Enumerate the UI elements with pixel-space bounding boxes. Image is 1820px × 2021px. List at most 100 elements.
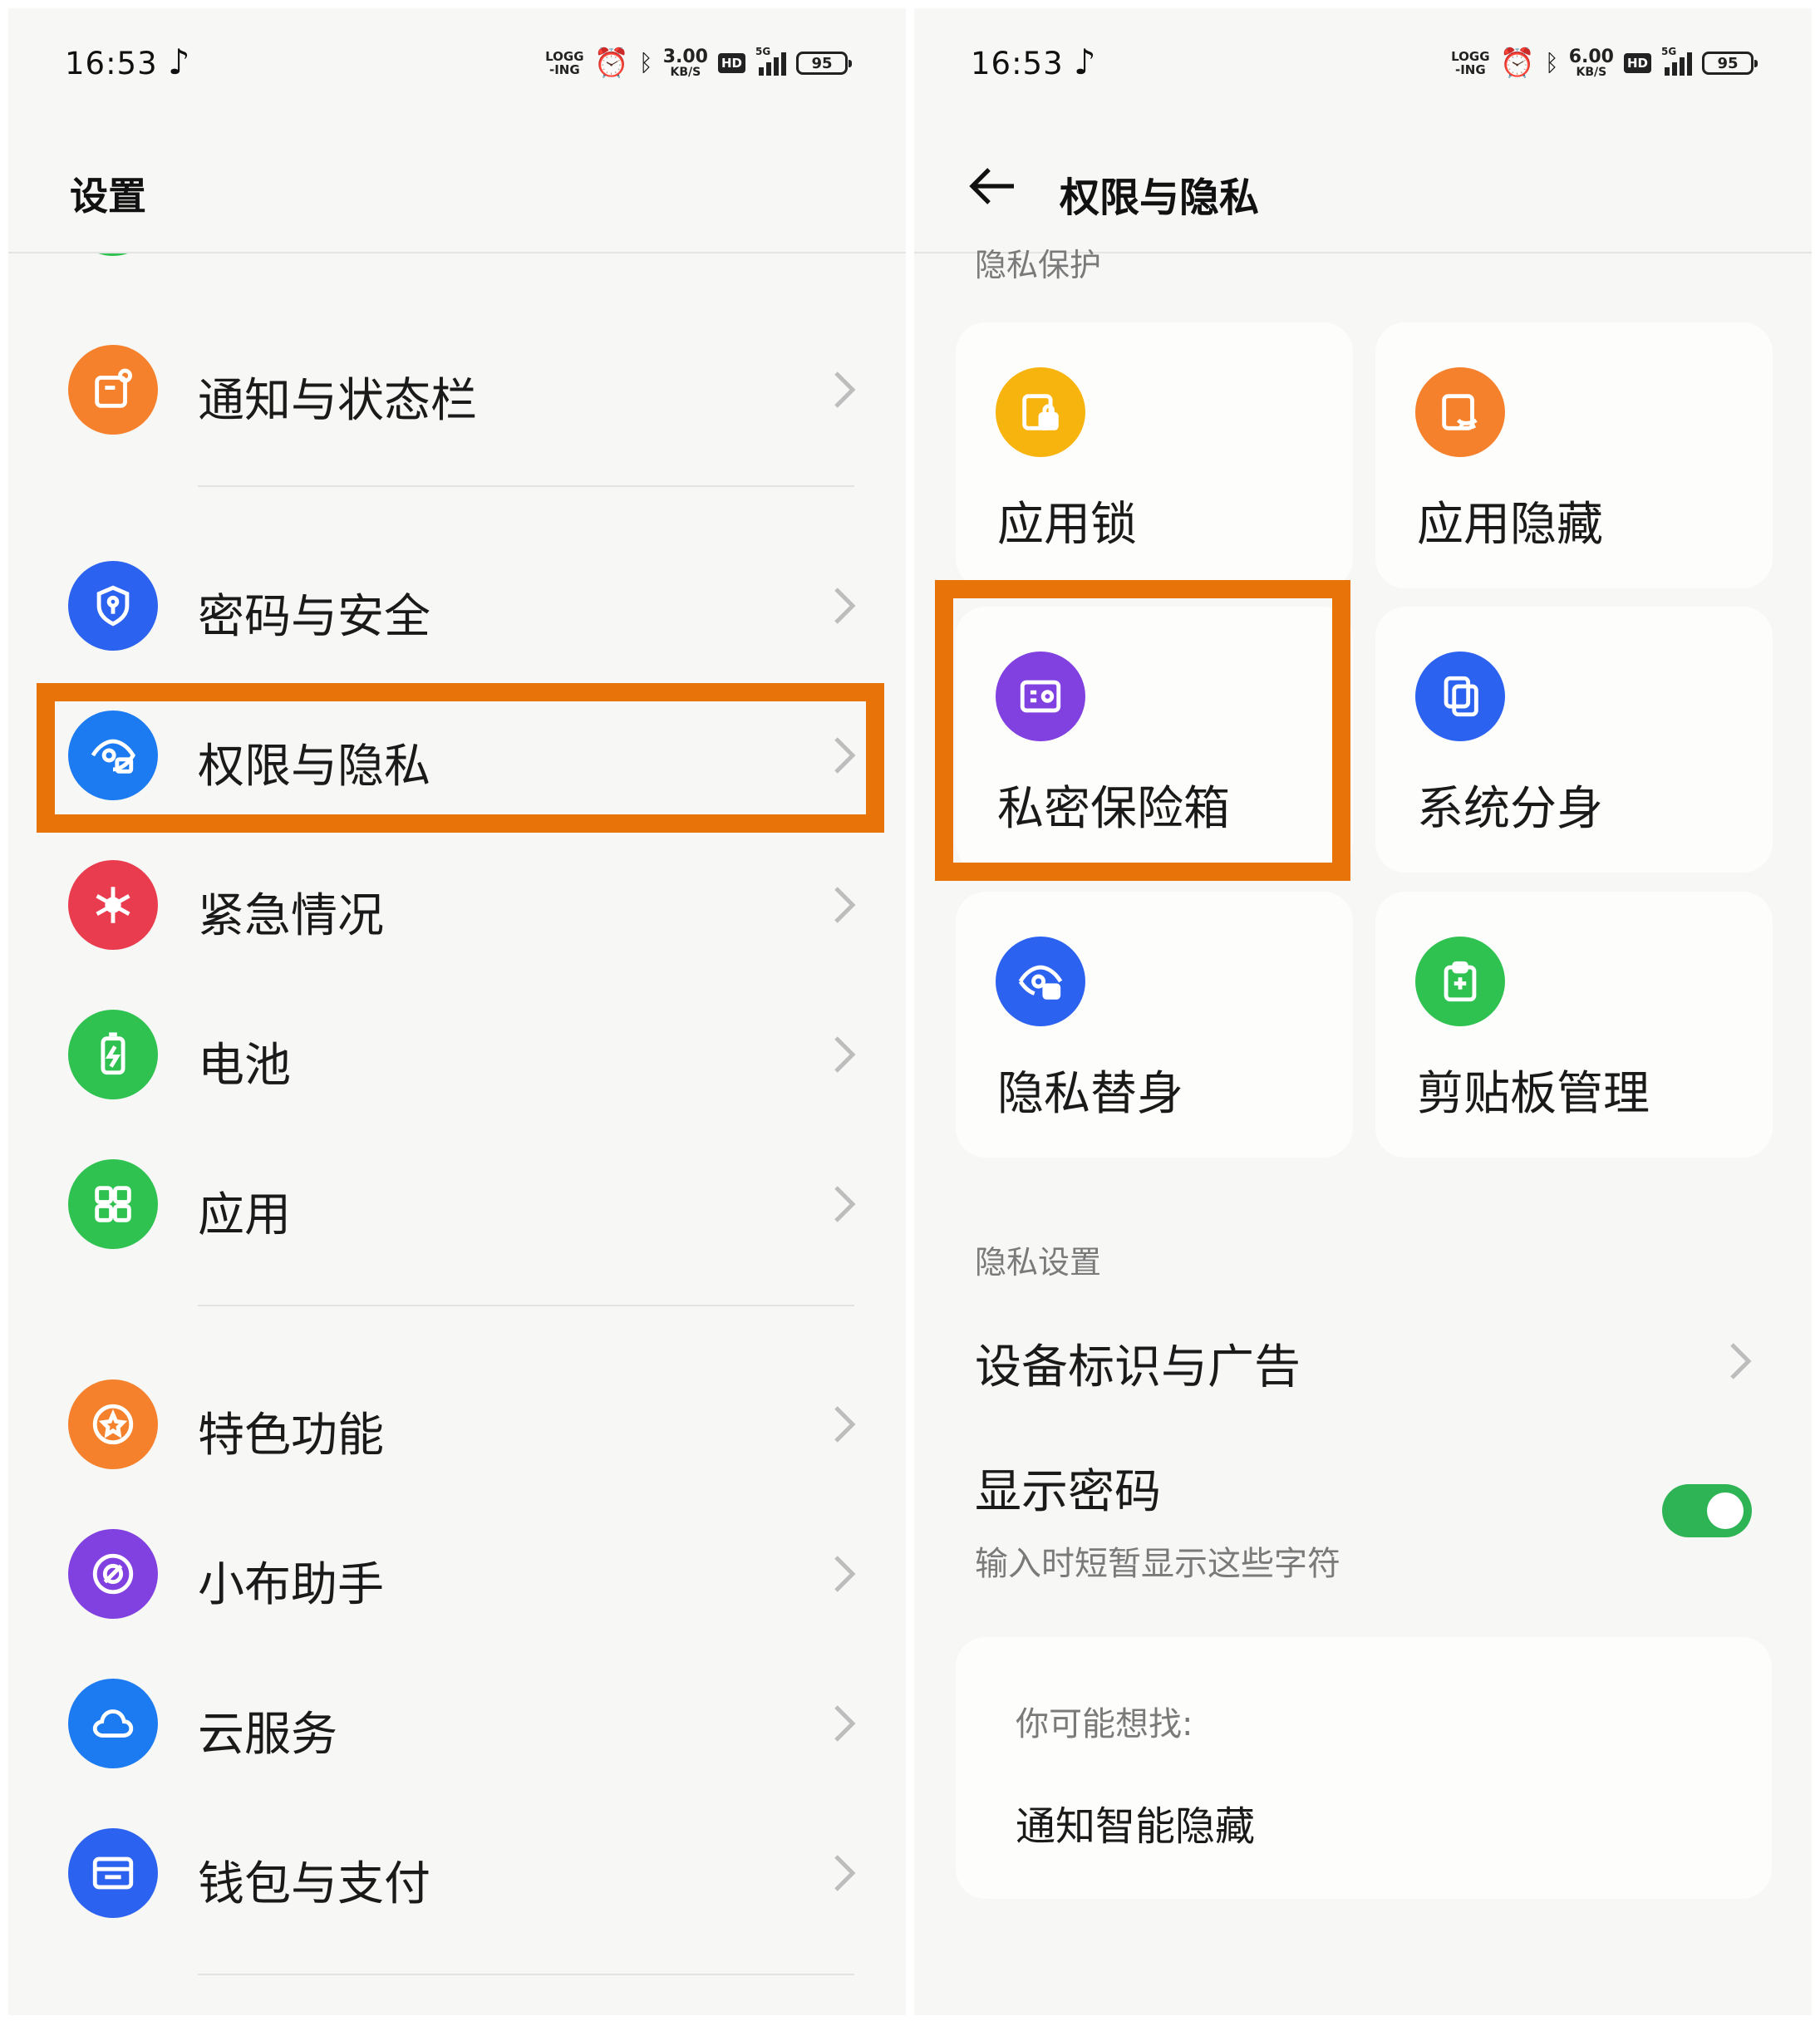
row-label: 紧急情况 [198,889,384,943]
clone-icon [1415,652,1505,741]
row-label: 电池 [198,1039,291,1093]
row-label: 钱包与支付 [198,1857,430,1911]
tile-label: 私密保险箱 [997,782,1230,836]
tile-label: 系统分身 [1417,782,1603,836]
back-arrow-icon[interactable] [967,165,1017,208]
apps-grid-icon [68,1159,158,1249]
settings-row-notification[interactable]: 通知与状态栏 [8,312,906,453]
tile-system-clone[interactable]: 系统分身 [1375,607,1773,873]
chevron-right-icon [834,588,856,624]
settings-row-apps[interactable]: 应用 [8,1126,906,1267]
tile-privacy-stand-in[interactable]: 隐私替身 [956,892,1353,1158]
battery-icon [68,1010,158,1099]
settings-row-emergency[interactable]: 紧急情况 [8,827,906,968]
logging-indicator: LOGG -ING [1451,49,1490,77]
section-heading-protection: 隐私保护 [975,247,1102,283]
divider [198,1305,854,1306]
tile-label: 剪贴板管理 [1417,1067,1650,1121]
row-label: 云服务 [198,1708,337,1762]
chevron-right-icon [834,1406,856,1443]
settings-row-battery[interactable]: 电池 [8,976,906,1118]
section-heading-settings: 隐私设置 [975,1244,1102,1281]
settings-row-password-security[interactable]: 密码与安全 [8,528,906,669]
battery-level: 95 [811,54,833,72]
assistant-icon [68,1529,158,1619]
battery-status-icon: 95 [796,52,852,75]
row-label: 特色功能 [198,1409,384,1463]
chevron-right-icon [834,1186,856,1222]
shield-key-icon [68,561,158,651]
page-title: 权限与隐私 [1060,175,1260,221]
bluetooth-icon: ᛒ [638,49,653,76]
status-icons: LOGG -ING ⏰ ᛒ 6.00 KB/S HD 5G 95 [1451,46,1758,80]
chevron-right-icon [1730,1343,1752,1379]
tile-label: 隐私替身 [997,1067,1183,1121]
settings-row-features[interactable]: 特色功能 [8,1346,906,1487]
app-hide-icon [1415,367,1505,457]
tile-label: 应用锁 [997,498,1137,552]
status-time: 16:53 [971,46,1064,81]
alarm-icon: ⏰ [593,47,629,80]
battery-level: 95 [1717,54,1739,72]
tile-private-safe[interactable]: 私密保险箱 [956,607,1353,873]
hd-badge: HD [1623,53,1651,73]
tile-label: 应用隐藏 [1417,498,1603,552]
show-password-row[interactable]: 显示密码 输入时短暂显示这些字符 [975,1454,1762,1587]
chevron-right-icon [834,737,856,774]
network-speed: 3.00 KB/S [662,47,708,79]
music-note-icon: ♪ [168,42,190,82]
status-icons: LOGG -ING ⏰ ᛒ 3.00 KB/S HD 5G 95 [545,46,852,80]
settings-screen: 16:53 ♪ LOGG -ING ⏰ ᛒ 3.00 KB/S HD 5G 95… [8,8,906,2015]
settings-row-wallet[interactable]: 钱包与支付 [8,1795,906,1936]
music-note-icon: ♪ [1074,42,1096,82]
toggle-knob [1707,1492,1744,1529]
show-password-toggle[interactable] [1662,1484,1752,1537]
safe-box-icon [996,652,1085,741]
alarm-icon: ⏰ [1499,47,1535,80]
chevron-right-icon [834,1705,856,1742]
tile-app-lock[interactable]: 应用锁 [956,322,1353,588]
clipboard-icon [1415,937,1505,1026]
divider [198,485,854,487]
chevron-right-icon [834,1036,856,1073]
suggestion-link[interactable]: 通知智能隐藏 [1016,1793,1255,1851]
suggestions-card: 你可能想找: 通知智能隐藏 [956,1637,1772,1899]
device-id-ads-row[interactable]: 设备标识与广告 [975,1330,1762,1413]
row-label: 权限与隐私 [198,740,430,794]
speed-unit: KB/S [670,66,701,79]
row-label: 通知与状态栏 [198,374,477,428]
row-label: 应用 [198,1188,291,1242]
tile-app-hide[interactable]: 应用隐藏 [1375,322,1773,588]
hd-badge: HD [717,53,745,73]
settings-row-permissions-privacy[interactable]: 权限与隐私 [8,677,906,819]
speed-unit: KB/S [1576,66,1607,79]
suggestions-heading: 你可能想找: [1016,1705,1193,1743]
cloud-icon [68,1679,158,1768]
settings-row-assistant[interactable]: 小布助手 [8,1496,906,1637]
privacy-header: 权限与隐私 [914,108,1812,253]
privacy-screen: 16:53 ♪ LOGG -ING ⏰ ᛒ 6.00 KB/S HD 5G 95… [914,8,1812,2015]
speed-value: 3.00 [662,47,708,67]
settings-row-cloud[interactable]: 云服务 [8,1645,906,1787]
setting-title: 显示密码 [975,1465,1161,1519]
signal-icon: 5G [1661,46,1692,76]
tile-clipboard[interactable]: 剪贴板管理 [1375,892,1773,1158]
network-type: 5G [1661,46,1677,57]
row-label: 密码与安全 [198,590,430,644]
settings-header: 设置 [8,108,906,253]
page-title: 设置 [70,174,146,219]
signal-icon: 5G [755,46,786,76]
app-lock-icon [996,367,1085,457]
star-circle-icon [68,1379,158,1469]
chevron-right-icon [834,371,856,408]
battery-status-icon: 95 [1702,52,1758,75]
status-bar: 16:53 ♪ LOGG -ING ⏰ ᛒ 6.00 KB/S HD 5G 95 [914,8,1812,108]
privacy-stand-in-icon [996,937,1085,1026]
chevron-right-icon [834,1556,856,1592]
divider [198,1974,854,1975]
status-time: 16:53 [65,46,158,81]
notification-icon [68,345,158,435]
row-label: 小布助手 [198,1558,384,1612]
emergency-icon [68,860,158,950]
setting-subtitle: 输入时短暂显示这些字符 [975,1545,1340,1583]
